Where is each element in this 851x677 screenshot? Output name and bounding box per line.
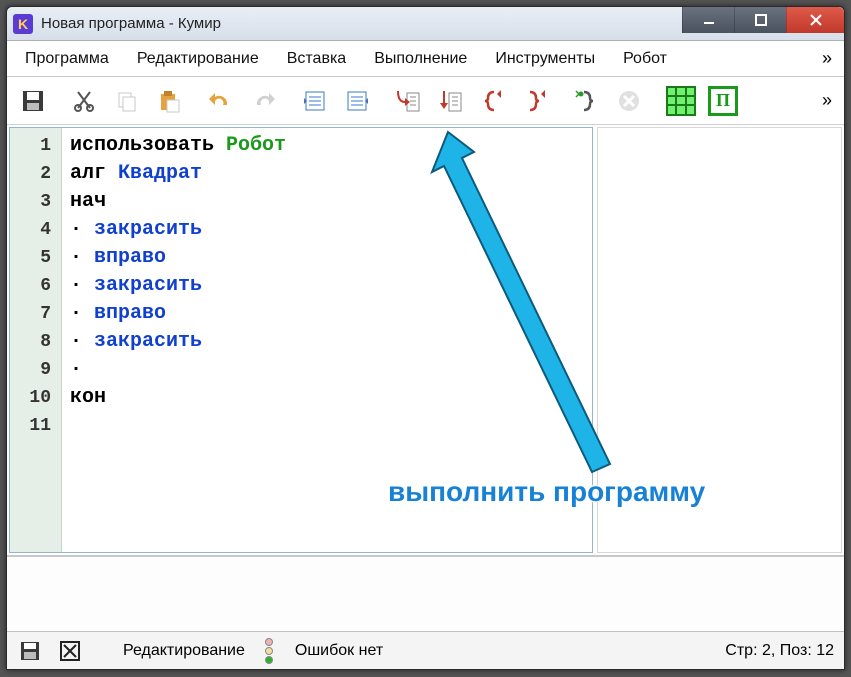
status-close-button[interactable] — [57, 638, 83, 664]
menu-run[interactable]: Выполнение — [360, 44, 481, 74]
line-number: 6 — [10, 272, 61, 300]
line-number: 8 — [10, 328, 61, 356]
stop-icon — [616, 88, 642, 114]
app-window: K Новая программа - Кумир Программа Реда… — [6, 6, 845, 670]
side-panel — [597, 127, 842, 553]
indent-left-icon — [302, 88, 328, 114]
run-icon — [574, 88, 600, 114]
code-line[interactable]: кон — [62, 384, 592, 412]
status-position: Стр: 2, Поз: 12 — [725, 642, 834, 660]
line-gutter: 1234567891011 — [10, 128, 62, 552]
step-into-icon — [395, 87, 423, 115]
indent-button[interactable] — [337, 81, 377, 121]
window-title: Новая программа - Кумир — [41, 15, 221, 32]
code-editor[interactable]: 1234567891011 использовать Роботалг Квад… — [9, 127, 593, 553]
line-number: 1 — [10, 132, 61, 160]
code-line[interactable]: · закрасить — [62, 328, 592, 356]
toolbar: П » — [7, 77, 844, 125]
code-line[interactable]: · закрасить — [62, 216, 592, 244]
output-panel — [7, 555, 844, 631]
copy-icon — [114, 88, 140, 114]
step-over-button[interactable] — [431, 81, 471, 121]
maximize-icon — [754, 13, 768, 27]
stop-button[interactable] — [609, 81, 649, 121]
line-number: 7 — [10, 300, 61, 328]
code-line[interactable]: нач — [62, 188, 592, 216]
minimize-button[interactable] — [682, 7, 734, 33]
grid-button[interactable] — [661, 81, 701, 121]
step-over-icon — [437, 87, 465, 115]
titlebar: K Новая программа - Кумир — [7, 7, 844, 41]
line-number: 3 — [10, 188, 61, 216]
indent-right-icon — [344, 88, 370, 114]
menu-program[interactable]: Программа — [11, 44, 123, 74]
paste-icon — [156, 88, 182, 114]
code-line[interactable]: · закрасить — [62, 272, 592, 300]
save-button[interactable] — [13, 81, 53, 121]
editor-area: 1234567891011 использовать Роботалг Квад… — [7, 125, 844, 555]
save-icon — [19, 87, 47, 115]
maximize-button[interactable] — [734, 7, 786, 33]
toolbar-overflow[interactable]: » — [814, 90, 838, 111]
step-into-button[interactable] — [389, 81, 429, 121]
close-button[interactable] — [786, 7, 844, 33]
code-line[interactable] — [62, 412, 592, 440]
code-line[interactable]: · вправо — [62, 300, 592, 328]
brace-left-icon — [480, 88, 506, 114]
copy-button[interactable] — [107, 81, 147, 121]
code-content[interactable]: использовать Роботалг Квадратнач· закрас… — [62, 128, 592, 552]
cut-button[interactable] — [65, 81, 105, 121]
redo-button[interactable] — [243, 81, 283, 121]
status-mode: Редактирование — [123, 642, 245, 660]
line-number: 4 — [10, 216, 61, 244]
window-controls — [682, 7, 844, 41]
robot-panel-icon: П — [708, 86, 738, 116]
line-number: 9 — [10, 356, 61, 384]
outdent-button[interactable] — [295, 81, 335, 121]
redo-icon — [249, 87, 277, 115]
code-line[interactable]: · вправо — [62, 244, 592, 272]
menu-robot[interactable]: Робот — [609, 44, 681, 74]
line-number: 5 — [10, 244, 61, 272]
line-number: 2 — [10, 160, 61, 188]
menu-overflow[interactable]: » — [812, 48, 840, 69]
step-out-button[interactable] — [473, 81, 513, 121]
save-icon — [19, 640, 41, 662]
close-icon — [809, 13, 823, 27]
status-errors: Ошибок нет — [295, 642, 383, 660]
traffic-light-icon — [265, 638, 277, 664]
status-save-button[interactable] — [17, 638, 43, 664]
brace-right-icon — [522, 88, 548, 114]
code-line[interactable]: использовать Робот — [62, 132, 592, 160]
code-line[interactable]: алг Квадрат — [62, 160, 592, 188]
menu-tools[interactable]: Инструменты — [481, 44, 609, 74]
code-line[interactable]: · — [62, 356, 592, 384]
cut-icon — [72, 88, 98, 114]
paste-button[interactable] — [149, 81, 189, 121]
minimize-icon — [702, 13, 716, 27]
statusbar: Редактирование Ошибок нет Стр: 2, Поз: 1… — [7, 631, 844, 669]
grid-icon — [666, 86, 696, 116]
line-number: 11 — [10, 412, 61, 440]
robot-panel-button[interactable]: П — [703, 81, 743, 121]
box-x-icon — [59, 640, 81, 662]
undo-icon — [207, 87, 235, 115]
undo-button[interactable] — [201, 81, 241, 121]
app-icon: K — [13, 14, 33, 34]
run-button[interactable] — [567, 81, 607, 121]
menu-edit[interactable]: Редактирование — [123, 44, 273, 74]
menubar: Программа Редактирование Вставка Выполне… — [7, 41, 844, 77]
step-back-button[interactable] — [515, 81, 555, 121]
menu-insert[interactable]: Вставка — [273, 44, 360, 74]
line-number: 10 — [10, 384, 61, 412]
